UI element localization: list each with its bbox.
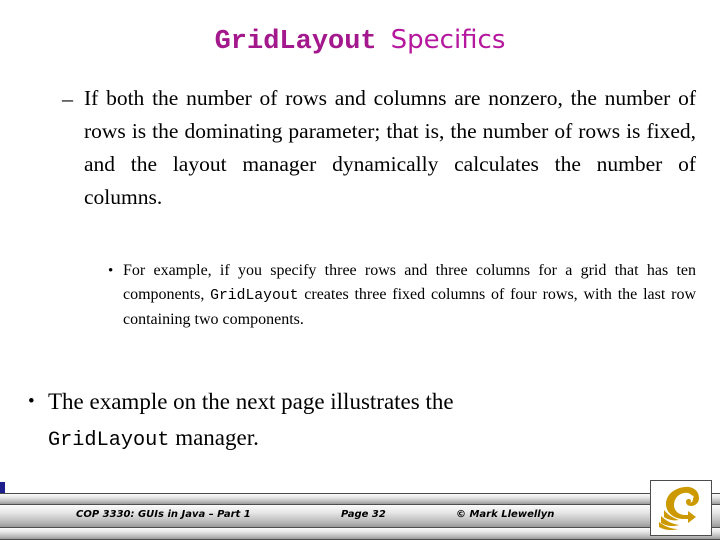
footer-bar-bottom: [0, 527, 720, 540]
bullet-item-sub-1: • For example, if you specify three rows…: [108, 259, 696, 332]
bullet-text-sub-1: For example, if you specify three rows a…: [123, 259, 696, 332]
bullet-text-2-after: manager.: [169, 425, 259, 450]
sub-code-gridlayout: GridLayout: [210, 288, 299, 304]
bullet-text-1: If both the number of rows and columns a…: [84, 86, 696, 209]
bullet-item-primary-1: – If both the number of rows and columns…: [62, 82, 696, 214]
footer-course-label: COP 3330: GUIs in Java – Part 1: [76, 509, 251, 520]
page-title-code-part: GridLayout: [214, 27, 377, 57]
footer-copyright: © Mark Llewellyn: [456, 509, 555, 520]
bullet-marker-dash: –: [62, 86, 73, 111]
pegasus-icon: [659, 486, 699, 531]
slide-canvas: GridLayout Specifics – If both the number…: [0, 0, 720, 540]
slide-footer: COP 3330: GUIs in Java – Part 1 Page 32 …: [0, 480, 720, 540]
pegasus-logo: [650, 480, 712, 536]
bullet-marker-dot: •: [28, 391, 35, 412]
bullet-text-2-line1: The example on the next page illustrates…: [48, 389, 454, 414]
bullet-item-primary-2: • The example on the next page illustrat…: [28, 384, 696, 459]
bullet-marker-dot-sub: •: [108, 263, 114, 279]
footer-page-number: Page 32: [341, 509, 386, 520]
code-gridlayout-2: GridLayout: [48, 429, 170, 452]
bullet-text-2-line2: GridLayout manager.: [48, 420, 696, 459]
page-title: GridLayout Specifics: [0, 26, 720, 58]
page-title-text-part: Specifics: [390, 25, 506, 55]
